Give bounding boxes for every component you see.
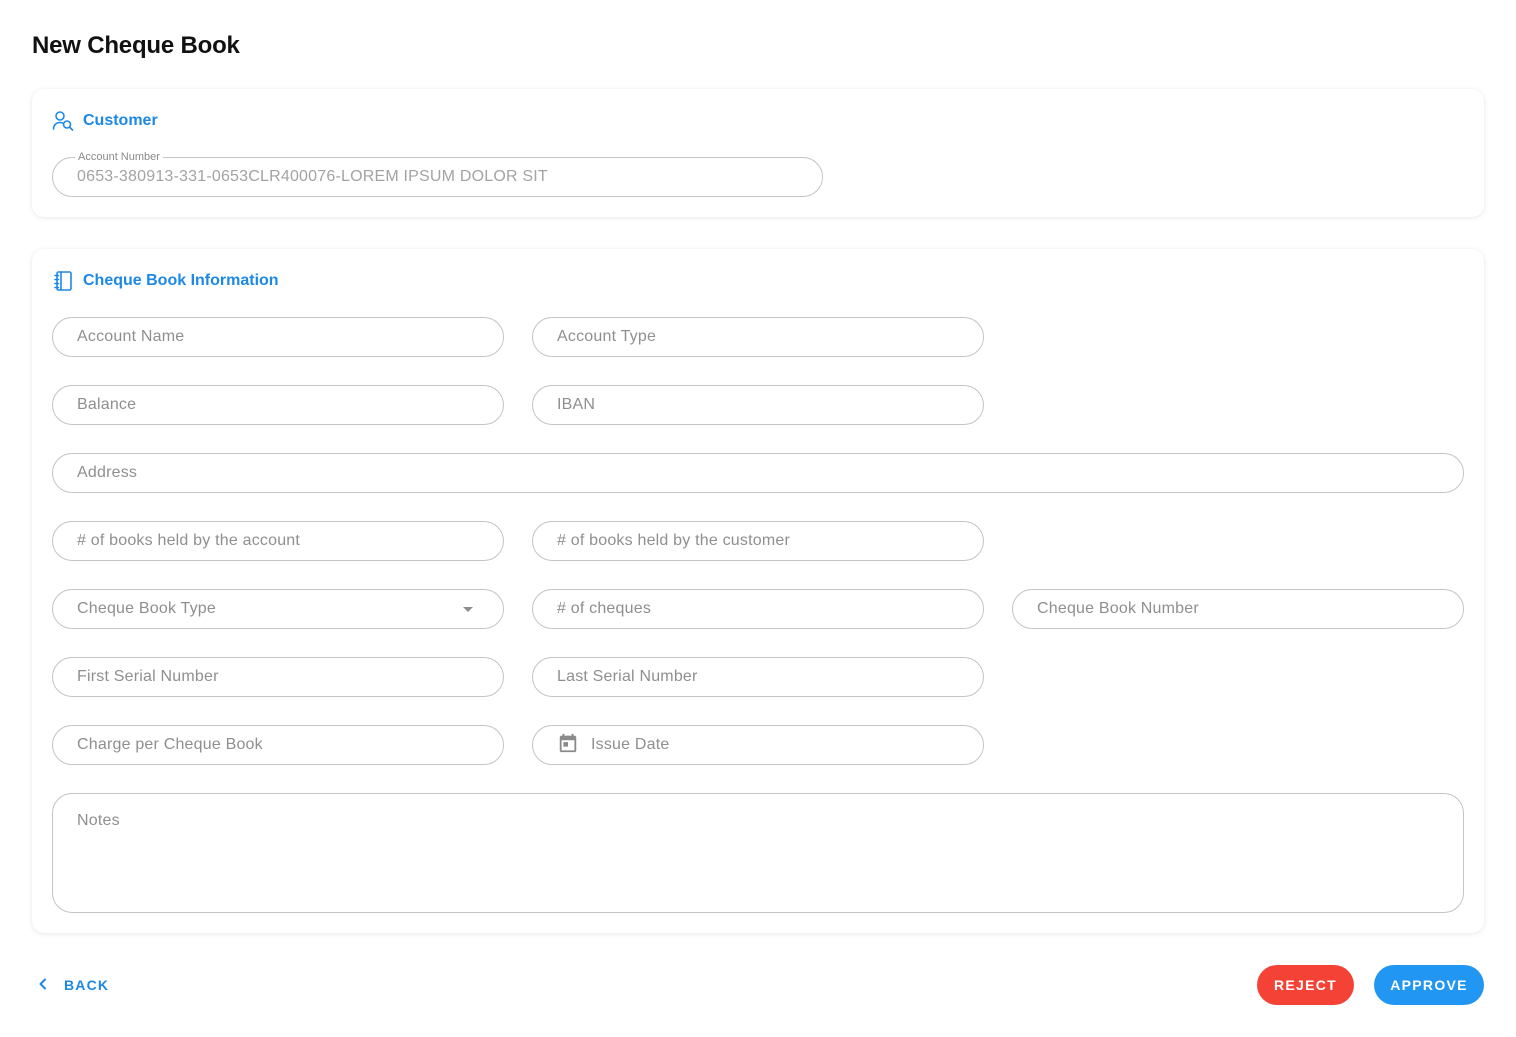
page-title: New Cheque Book: [32, 32, 240, 59]
charge-per-cheque-book-placeholder: Charge per Cheque Book: [77, 736, 263, 753]
user-search-icon: [52, 110, 74, 132]
cheque-book-number-placeholder: Cheque Book Number: [1037, 600, 1199, 617]
balance-field[interactable]: Balance: [52, 385, 504, 425]
chevron-left-icon: [36, 977, 50, 994]
account-name-field[interactable]: Account Name: [52, 317, 504, 357]
customer-card: Customer Account Number 0653-380913-331-…: [32, 89, 1484, 217]
last-serial-number-field[interactable]: Last Serial Number: [532, 657, 984, 697]
notes-textarea[interactable]: Notes: [52, 793, 1464, 913]
last-serial-number-placeholder: Last Serial Number: [557, 668, 698, 685]
books-held-by-customer-placeholder: # of books held by the customer: [557, 532, 790, 549]
books-held-by-customer-field[interactable]: # of books held by the customer: [532, 521, 984, 561]
page: New Cheque Book Customer Account Number …: [0, 0, 1516, 1037]
balance-placeholder: Balance: [77, 396, 137, 413]
cheque-book-type-placeholder: Cheque Book Type: [77, 600, 217, 617]
account-type-placeholder: Account Type: [557, 328, 657, 345]
account-number-field[interactable]: Account Number 0653-380913-331-0653CLR40…: [52, 150, 823, 197]
cheque-book-number-field[interactable]: Cheque Book Number: [1012, 589, 1464, 629]
customer-section-header: Customer: [52, 110, 158, 132]
iban-field[interactable]: IBAN: [532, 385, 984, 425]
customer-section-title: Customer: [83, 112, 158, 129]
back-button[interactable]: BACK: [36, 975, 109, 995]
number-of-cheques-field[interactable]: # of cheques: [532, 589, 984, 629]
account-number-label: Account Number: [75, 150, 163, 164]
issue-date-field[interactable]: Issue Date: [532, 725, 984, 765]
first-serial-number-placeholder: First Serial Number: [77, 668, 219, 685]
address-field[interactable]: Address: [52, 453, 1464, 493]
issue-date-placeholder: Issue Date: [591, 736, 670, 753]
charge-per-cheque-book-field[interactable]: Charge per Cheque Book: [52, 725, 504, 765]
account-name-placeholder: Account Name: [77, 328, 185, 345]
reject-button[interactable]: REJECT: [1257, 965, 1354, 1005]
number-of-cheques-placeholder: # of cheques: [557, 600, 652, 617]
first-serial-number-field[interactable]: First Serial Number: [52, 657, 504, 697]
cheque-book-info-card: Cheque Book Information Account Name Acc…: [32, 249, 1484, 933]
info-section-header: Cheque Book Information: [52, 270, 279, 292]
account-number-value: 0653-380913-331-0653CLR400076-LOREM IPSU…: [77, 168, 548, 185]
info-section-title: Cheque Book Information: [83, 272, 279, 289]
back-button-label: BACK: [64, 977, 110, 993]
iban-placeholder: IBAN: [557, 396, 596, 413]
cheque-book-type-select[interactable]: Cheque Book Type: [52, 589, 504, 629]
books-held-by-account-field[interactable]: # of books held by the account: [52, 521, 504, 561]
approve-button[interactable]: APPROVE: [1374, 965, 1484, 1005]
address-placeholder: Address: [77, 464, 138, 481]
calendar-icon[interactable]: [557, 732, 579, 759]
books-held-by-account-placeholder: # of books held by the account: [77, 532, 301, 549]
caret-down-icon: [463, 607, 473, 612]
notebook-icon: [52, 270, 74, 292]
notes-placeholder: Notes: [77, 812, 120, 829]
account-type-field[interactable]: Account Type: [532, 317, 984, 357]
